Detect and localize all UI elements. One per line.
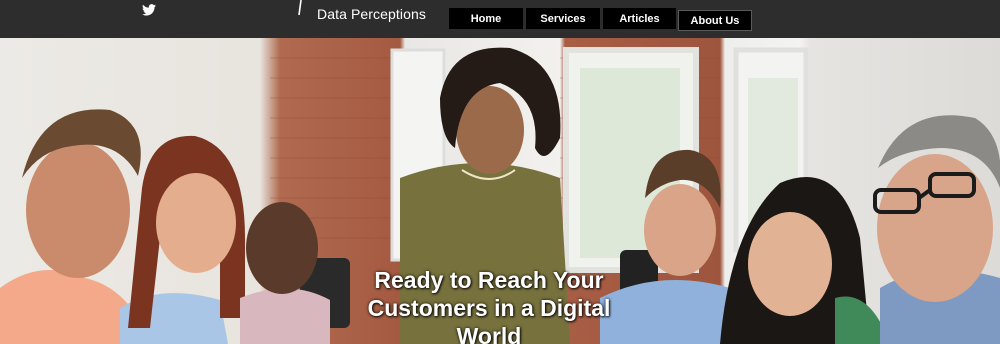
- site-header: Data Perceptions Home Services Articles …: [0, 0, 1000, 38]
- nav-articles[interactable]: Articles: [603, 8, 676, 29]
- brand-name[interactable]: Data Perceptions: [317, 6, 426, 22]
- hero-banner: Ready to Reach Your Customers in a Digit…: [0, 38, 1000, 344]
- nav-home[interactable]: Home: [449, 8, 523, 29]
- hero-title-line: Ready to Reach Your: [374, 267, 604, 293]
- nav-services[interactable]: Services: [526, 8, 600, 29]
- hero-title-line: World: [456, 323, 522, 344]
- hero-title-line: Customers in a Digital: [367, 295, 611, 321]
- nav-about-us[interactable]: About Us: [678, 10, 752, 31]
- logo-mark-icon[interactable]: [297, 0, 303, 16]
- twitter-icon[interactable]: [142, 4, 156, 16]
- hero-title: Ready to Reach Your Customers in a Digit…: [344, 266, 634, 344]
